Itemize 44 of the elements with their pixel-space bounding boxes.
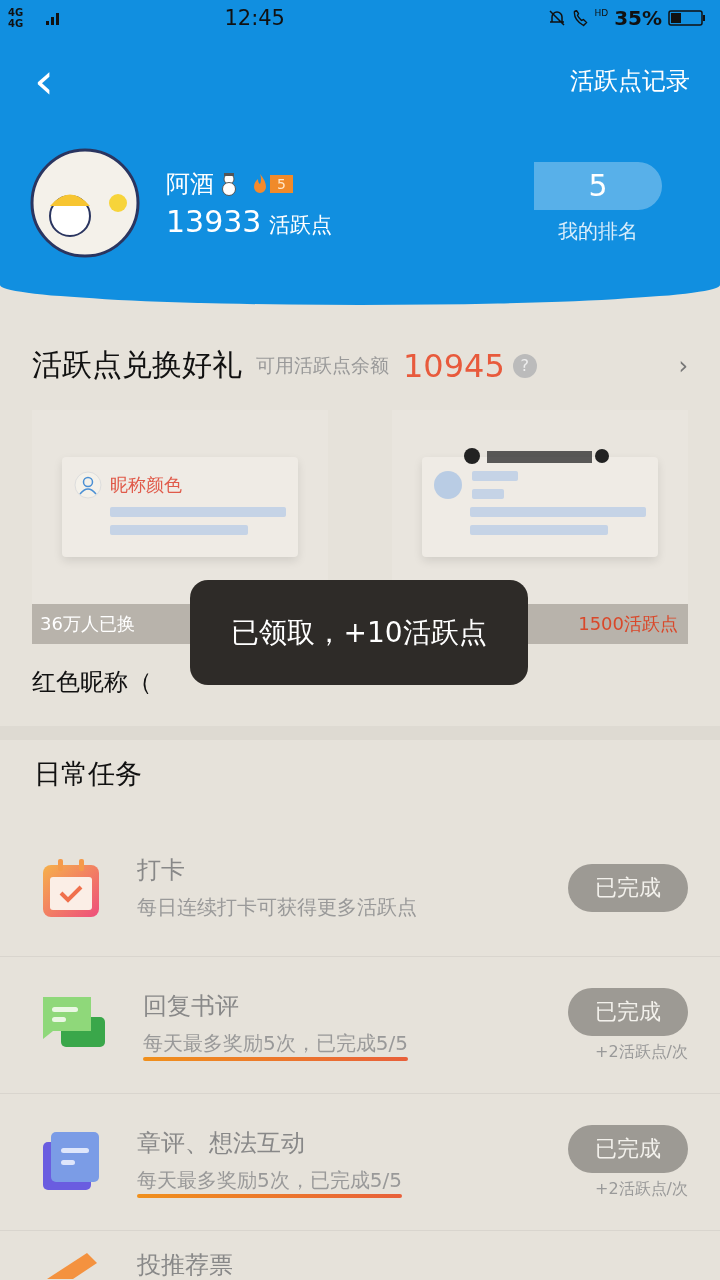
price-label: 1500活跃点: [578, 612, 678, 636]
reward-note: +2活跃点/次: [595, 1178, 688, 1200]
toast-message: 已领取，+10活跃点: [190, 580, 528, 685]
task-description: 每天最多奖励5次，已完成5/5: [137, 1166, 402, 1194]
calendar-check-icon: [43, 859, 99, 917]
exchange-count: 36万人已换: [40, 612, 135, 636]
person-icon: [74, 471, 102, 499]
reward-preview[interactable]: 昵称颜色: [32, 410, 328, 604]
clock-time: 12:45: [223, 6, 286, 30]
task-title: 打卡: [137, 854, 185, 886]
level-badge: 5: [270, 174, 293, 193]
section-title: 活跃点兑换好礼: [32, 346, 242, 384]
document-icon: [43, 1132, 99, 1192]
phone-icon: [573, 9, 589, 27]
network-indicator: 4G 4G: [8, 7, 25, 29]
task-title: 投推荐票: [137, 1250, 233, 1280]
balance-value: 10945: [403, 346, 505, 385]
more-chevron[interactable]: ›: [678, 351, 688, 380]
rank-value: 5: [534, 161, 662, 210]
task-description: 每天最多奖励5次，已完成5/5: [143, 1029, 408, 1057]
record-link[interactable]: 活跃点记录: [570, 65, 690, 97]
signal-icon: [46, 11, 62, 25]
task-status-button[interactable]: 已完成: [568, 987, 688, 1036]
reward-note: +2活跃点/次: [595, 1041, 688, 1063]
task-status-button[interactable]: 已完成: [568, 864, 688, 912]
battery-percent: 35%: [614, 6, 662, 30]
task-status-button[interactable]: 已完成: [568, 1124, 688, 1173]
back-button[interactable]: ‹: [34, 56, 54, 106]
task-description: 每日连续打卡可获得更多活跃点: [137, 893, 417, 921]
battery-icon: [668, 9, 706, 27]
hd-call-label: HD: [594, 8, 609, 18]
nickname-preview: 昵称颜色: [110, 473, 182, 497]
points-value: 13933: [166, 203, 262, 239]
task-title: 回复书评: [143, 990, 239, 1022]
avatar-placeholder: [434, 471, 462, 499]
help-icon[interactable]: ?: [512, 353, 537, 378]
reward-preview[interactable]: [392, 410, 688, 604]
task-title: 章评、想法互动: [137, 1127, 305, 1159]
rank-label: 我的排名: [558, 217, 638, 245]
points-unit: 活跃点: [269, 211, 333, 239]
section-title: 日常任务: [33, 757, 143, 791]
balance-label: 可用活跃点余额: [256, 352, 389, 378]
user-name: 阿酒: [166, 168, 214, 200]
reward-name: 红色昵称（: [32, 667, 153, 698]
